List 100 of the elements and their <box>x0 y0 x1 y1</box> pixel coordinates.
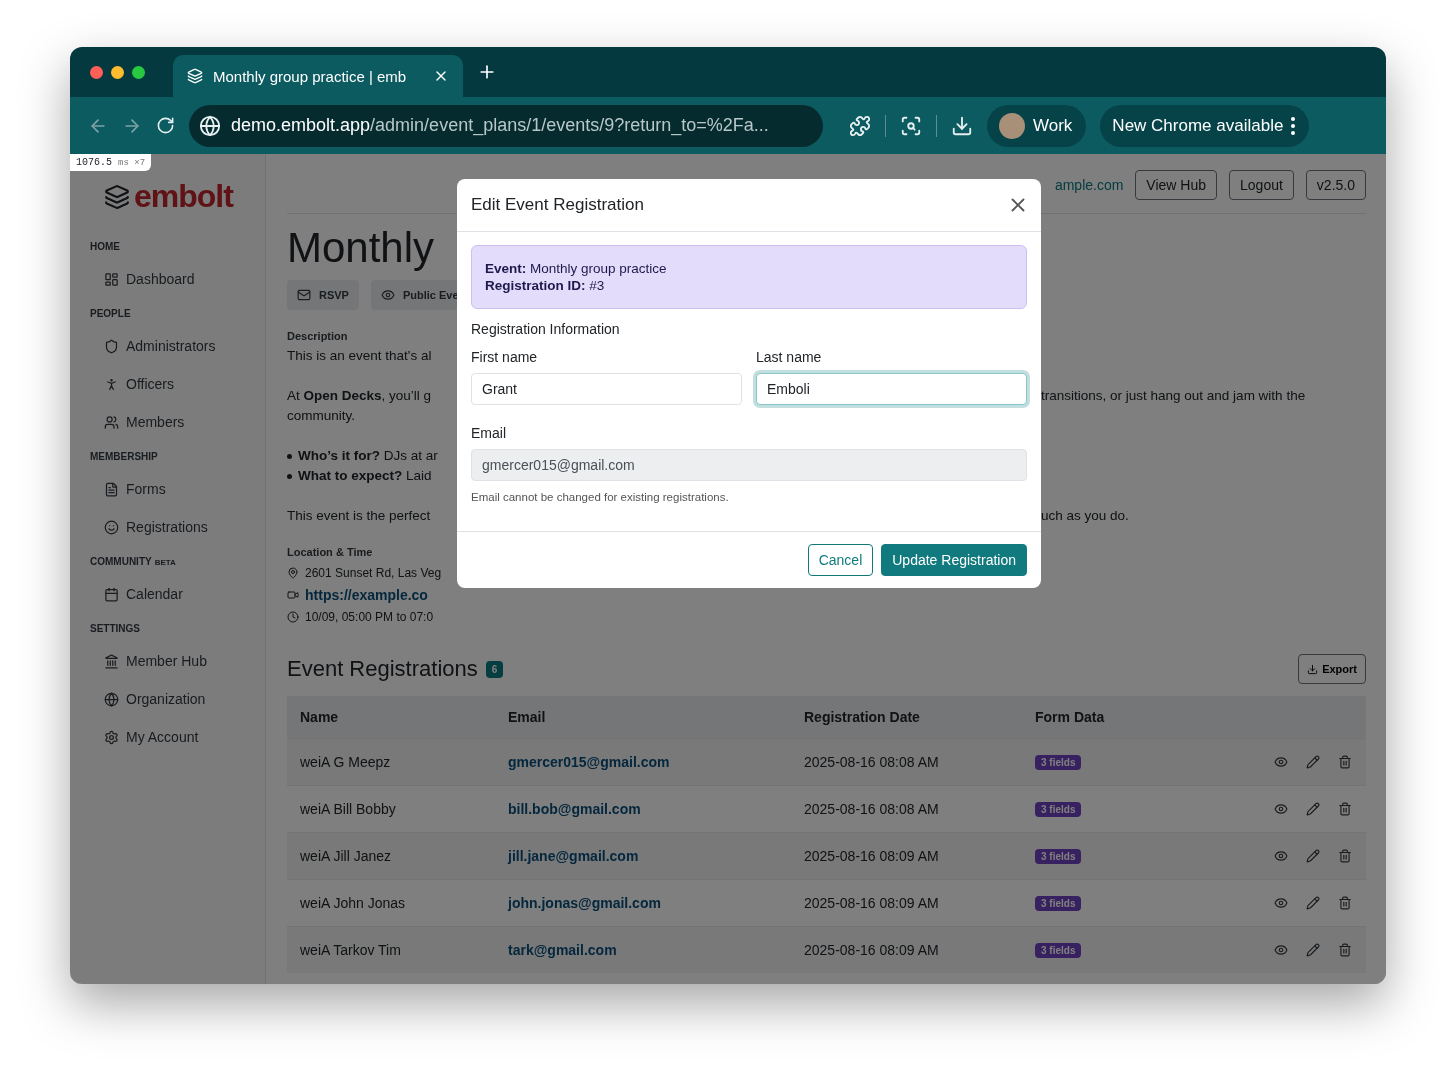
field-label: First name <box>471 349 539 365</box>
email-link[interactable]: jill.jane@gmail.com <box>508 848 804 864</box>
description-text: This is an event that's al <box>287 347 433 365</box>
email-link[interactable]: gmercer015@gmail.com <box>508 754 804 770</box>
globe-icon <box>199 114 221 137</box>
nav-item[interactable]: Forms <box>90 470 265 508</box>
header-button[interactable]: View Hub <box>1135 170 1218 200</box>
view-icon[interactable] <box>1274 802 1288 816</box>
table-cell-text: 2025-08-16 08:09 AM <box>804 942 940 958</box>
fields-tag: 3 fields <box>1035 895 1082 911</box>
export-button[interactable]: Export <box>1298 654 1366 684</box>
video-icon <box>287 589 299 601</box>
avatar-icon <box>999 112 1025 139</box>
clock-icon <box>287 611 299 623</box>
close-window-icon[interactable] <box>90 65 103 79</box>
column-header: Name <box>300 709 340 725</box>
email-link[interactable]: bill.bob@gmail.com <box>508 801 804 817</box>
header-button[interactable]: Logout <box>1229 170 1294 200</box>
table-cell-text: weiA Bill Bobby <box>300 801 397 817</box>
reload-icon[interactable] <box>156 116 175 135</box>
description-text: community. <box>287 407 356 425</box>
view-icon[interactable] <box>1274 849 1288 863</box>
delete-icon[interactable] <box>1338 849 1352 863</box>
nav-item[interactable]: My Account <box>90 718 265 756</box>
nav-item[interactable]: Members <box>90 403 265 441</box>
column-header: Email <box>508 709 547 725</box>
email-link[interactable]: ample.com <box>1054 177 1124 193</box>
list-item: What to expect? Laid <box>287 466 457 486</box>
profile-button[interactable]: Work <box>987 104 1087 147</box>
nav-icon <box>104 729 119 745</box>
text-field[interactable]: Grant <box>471 373 742 405</box>
submit-button[interactable]: Update Registration <box>881 544 1027 576</box>
section-heading: HOME <box>90 241 120 252</box>
email-link[interactable]: john.jonas@gmail.com <box>508 895 804 911</box>
column-header: Registration Date <box>804 709 921 725</box>
nav-icon <box>104 271 119 287</box>
edit-icon[interactable] <box>1306 755 1320 769</box>
nav-icon <box>104 653 119 669</box>
nav-item[interactable]: Calendar <box>90 575 265 613</box>
event-title: Monthly <box>287 223 435 273</box>
download-icon[interactable] <box>951 114 973 137</box>
nav-item[interactable]: Administrators <box>90 327 265 365</box>
nav-icon <box>104 338 119 354</box>
text-field[interactable]: Emboli <box>756 373 1027 405</box>
fields-tag: 3 fields <box>1035 801 1082 817</box>
nav-item[interactable]: Registrations <box>90 508 265 546</box>
view-icon[interactable] <box>1274 896 1288 910</box>
nav-item[interactable]: Member Hub <box>90 642 265 680</box>
help-text: Email cannot be changed for existing registrations. <box>471 491 730 503</box>
edit-icon[interactable] <box>1306 896 1320 910</box>
table-cell-text: 2025-08-16 08:09 AM <box>804 895 940 911</box>
maximize-window-icon[interactable] <box>132 65 145 79</box>
section-heading: COMMUNITY <box>90 556 152 567</box>
delete-icon[interactable] <box>1338 896 1352 910</box>
layers-icon <box>187 68 203 84</box>
delete-icon[interactable] <box>1338 755 1352 769</box>
table-cell-text: weiA Jill Janez <box>300 848 393 864</box>
pin-icon <box>287 567 299 579</box>
table-cell-text: weiA Tarkov Tim <box>300 942 402 958</box>
nav-item[interactable]: Officers <box>90 365 265 403</box>
table-cell-text: 2025-08-16 08:09 AM <box>804 848 940 864</box>
search-page-icon[interactable] <box>900 114 922 137</box>
section-heading: PEOPLE <box>90 308 131 319</box>
edit-icon[interactable] <box>1306 802 1320 816</box>
eye-icon <box>380 288 395 302</box>
delete-icon[interactable] <box>1338 802 1352 816</box>
nav-item[interactable]: Organization <box>90 680 265 718</box>
section-heading: Registration Information <box>471 321 621 337</box>
minimize-window-icon[interactable] <box>111 65 124 79</box>
view-icon[interactable] <box>1274 755 1288 769</box>
location-text: 2601 Sunset Rd, Las Veg <box>305 566 442 580</box>
edit-icon[interactable] <box>1306 849 1320 863</box>
count-badge: 6 <box>485 660 504 678</box>
header-button[interactable]: v2.5.0 <box>1305 170 1366 200</box>
address-bar[interactable]: demo.embolt.app/admin/event_plans/1/events/9?return_to=%2Fa... <box>189 104 823 147</box>
event-chip[interactable]: RSVP <box>287 280 359 310</box>
update-button[interactable]: New Chrome available <box>1100 104 1310 147</box>
list-item: Who’s it for? DJs at ar <box>287 446 457 466</box>
meeting-link[interactable]: https://example.co <box>305 587 428 603</box>
nav-icon <box>104 414 119 430</box>
description-text: transitions, or just hang out and jam with the <box>1041 387 1307 405</box>
puzzle-icon[interactable] <box>849 114 871 137</box>
cancel-button[interactable]: Cancel <box>807 544 874 576</box>
email-link[interactable]: tark@gmail.com <box>508 942 804 958</box>
edit-icon[interactable] <box>1306 943 1320 957</box>
view-icon[interactable] <box>1274 943 1288 957</box>
mail-icon <box>297 288 311 302</box>
menu-icon[interactable] <box>1291 116 1296 135</box>
modal-title: Edit Event Registration <box>471 195 644 215</box>
beta-tag: BETA <box>154 558 176 567</box>
info-text: Registration ID: #3 <box>485 278 606 293</box>
nav-icon <box>104 481 119 497</box>
info-text: Event: Monthly group practice <box>485 261 668 276</box>
section-heading: SETTINGS <box>90 623 140 634</box>
table-cell-text: weiA G Meepz <box>300 754 392 770</box>
table-cell-text: weiA John Jonas <box>300 895 407 911</box>
delete-icon[interactable] <box>1338 943 1352 957</box>
logo-icon <box>104 183 130 210</box>
browser-tab[interactable]: Monthly group practice | emb <box>173 55 463 97</box>
nav-item[interactable]: Dashboard <box>90 260 265 298</box>
